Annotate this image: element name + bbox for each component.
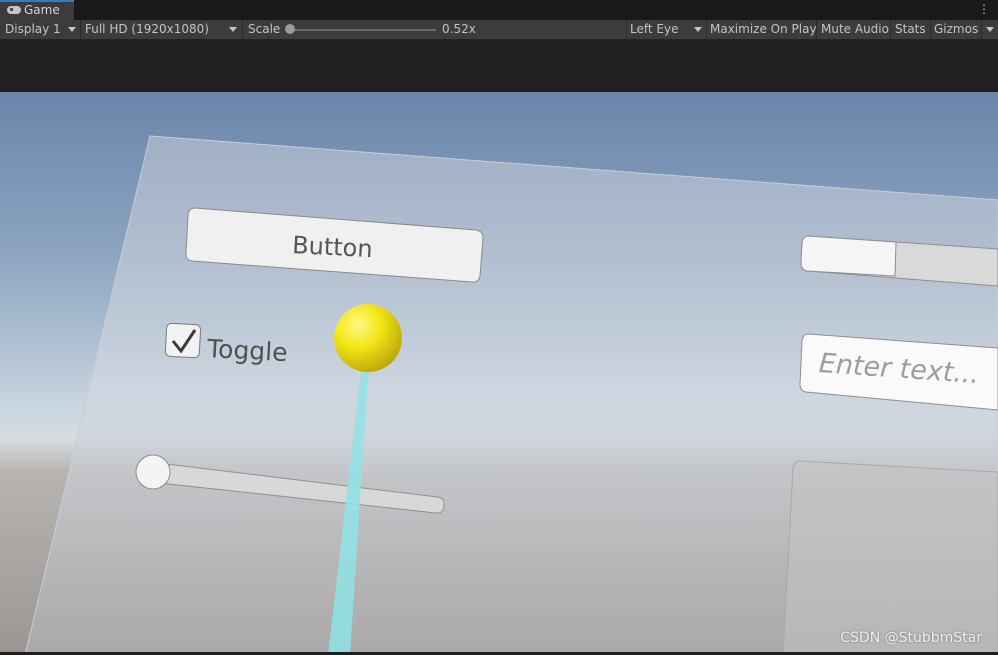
scale-slider-track[interactable] <box>290 29 436 31</box>
chevron-down-icon <box>229 27 237 32</box>
resolution-label: Full HD (1920x1080) <box>85 22 209 36</box>
eye-label: Left Eye <box>630 22 679 36</box>
chevron-down-icon <box>694 27 702 32</box>
viewport-letterbox <box>0 40 998 92</box>
game-tab-label: Game <box>24 3 60 17</box>
resolution-dropdown[interactable]: Full HD (1920x1080) <box>85 20 240 39</box>
display-label: Display 1 <box>5 22 61 36</box>
game-tab[interactable]: Game <box>0 0 74 20</box>
gizmos-button[interactable]: Gizmos <box>934 20 978 39</box>
watermark: CSDN @StubbmStar <box>840 630 982 646</box>
stats-toggle[interactable]: Stats <box>895 20 926 39</box>
chevron-down-icon <box>68 27 76 32</box>
game-view-toolbar: Display 1 Full HD (1920x1080) Scale 0.52… <box>0 20 998 40</box>
ui-button-label[interactable]: Button <box>292 231 374 263</box>
toggle-label[interactable]: Toggle <box>206 334 288 367</box>
input-placeholder[interactable]: Enter text... <box>818 348 980 390</box>
kebab-menu-icon[interactable]: ⋮ <box>978 2 990 16</box>
game-viewport[interactable]: Button Toggle Enter text... CSDN @Stubbm… <box>0 92 998 652</box>
gamepad-icon <box>7 6 21 14</box>
gizmos-chevron-down-icon[interactable] <box>986 27 994 32</box>
scale-value: 0.52x <box>442 22 476 36</box>
editor-tab-bar: Game ⋮ <box>0 0 998 20</box>
maximize-on-play-toggle[interactable]: Maximize On Play <box>710 20 817 39</box>
mute-audio-toggle[interactable]: Mute Audio <box>821 20 889 39</box>
scale-label: Scale <box>248 22 281 36</box>
scale-slider-handle[interactable] <box>285 24 295 34</box>
